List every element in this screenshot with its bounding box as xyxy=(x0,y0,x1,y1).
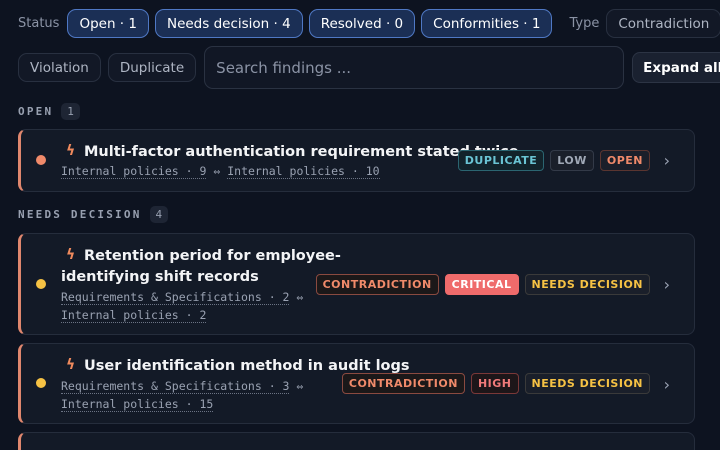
tag-group: CONTRADICTION HIGH NEEDS DECISION xyxy=(336,373,650,394)
chevron-right-icon[interactable]: › xyxy=(664,375,670,394)
finding-sources-continued: Internal policies · 2 xyxy=(61,306,207,324)
source-link[interactable]: Internal policies · 9 xyxy=(61,164,207,179)
chevron-right-icon[interactable]: › xyxy=(664,151,670,170)
link-icon: ⇔ xyxy=(213,164,221,178)
type-badge: DUPLICATE xyxy=(457,150,545,171)
section-title: NEEDS DECISION xyxy=(18,208,142,221)
status-badge: NEEDS DECISION xyxy=(524,274,650,295)
filter-type-duplicate[interactable]: Duplicate xyxy=(107,53,197,82)
tag-group: DUPLICATE LOW OPEN xyxy=(452,150,650,171)
section-count: 1 xyxy=(61,103,80,120)
finding-card[interactable] xyxy=(18,432,695,450)
finding-card[interactable]: ϟ Retention period for employee- identif… xyxy=(18,233,695,335)
finding-card[interactable]: ϟ User identification method in audit lo… xyxy=(18,343,695,424)
filter-bar-secondary: Violation Duplicate Search findings ... … xyxy=(18,46,720,89)
filter-type-violation[interactable]: Violation xyxy=(18,53,101,82)
status-dot xyxy=(36,279,46,289)
link-icon: ⇔ xyxy=(296,379,304,393)
link-icon: ⇔ xyxy=(296,290,304,304)
status-dot xyxy=(36,155,46,165)
finding-title-continued: identifying shift records xyxy=(61,269,259,285)
finding-title: Retention period for employee- xyxy=(84,248,341,264)
severity-badge: LOW xyxy=(550,150,594,171)
section-count: 4 xyxy=(149,206,169,223)
severity-badge: CRITICAL xyxy=(444,274,519,295)
tag-group: CONTRADICTION CRITICAL NEEDS DECISION xyxy=(310,274,650,295)
finding-sources: Requirements & Specifications · 3 ⇔ xyxy=(61,377,303,395)
search-input[interactable]: Search findings ... xyxy=(204,46,625,89)
filter-open[interactable]: Open · 1 xyxy=(67,9,149,38)
status-badge: NEEDS DECISION xyxy=(524,373,650,394)
finding-sources-continued: Internal policies · 15 xyxy=(61,395,214,413)
source-link[interactable]: Requirements & Specifications · 3 xyxy=(61,379,290,394)
filter-needs-decision[interactable]: Needs decision · 4 xyxy=(154,9,303,38)
section-header-needs-decision: NEEDS DECISION 4 xyxy=(18,206,169,223)
type-filter-label: Type xyxy=(569,16,600,31)
status-badge: OPEN xyxy=(599,150,650,171)
filter-bar: Status Open · 1 Needs decision · 4 Resol… xyxy=(18,9,720,38)
finding-card[interactable]: ϟ Multi-factor authentication requiremen… xyxy=(18,129,695,192)
type-badge: CONTRADICTION xyxy=(315,274,439,295)
lightning-icon: ϟ xyxy=(66,143,76,159)
status-dot xyxy=(36,378,46,388)
source-link[interactable]: Requirements & Specifications · 2 xyxy=(61,290,290,305)
source-link[interactable]: Internal policies · 10 xyxy=(227,164,380,179)
expand-all-button[interactable]: Expand all xyxy=(632,52,720,83)
source-link[interactable]: Internal policies · 2 xyxy=(61,308,207,323)
status-filter-label: Status xyxy=(18,16,60,31)
type-badge: CONTRADICTION xyxy=(341,373,465,394)
filter-resolved[interactable]: Resolved · 0 xyxy=(308,9,416,38)
filter-type-contradiction[interactable]: Contradiction xyxy=(606,9,720,38)
finding-sources: Requirements & Specifications · 2 ⇔ xyxy=(61,288,303,306)
section-title: OPEN xyxy=(18,105,54,118)
severity-badge: HIGH xyxy=(470,373,519,394)
lightning-icon: ϟ xyxy=(66,357,76,373)
source-link[interactable]: Internal policies · 15 xyxy=(61,397,214,412)
lightning-icon: ϟ xyxy=(66,247,76,263)
finding-sources: Internal policies · 9 ⇔ Internal policie… xyxy=(61,162,380,180)
section-header-open: OPEN 1 xyxy=(18,103,80,120)
filter-conformities[interactable]: Conformities · 1 xyxy=(421,9,553,38)
chevron-right-icon[interactable]: › xyxy=(664,275,670,294)
